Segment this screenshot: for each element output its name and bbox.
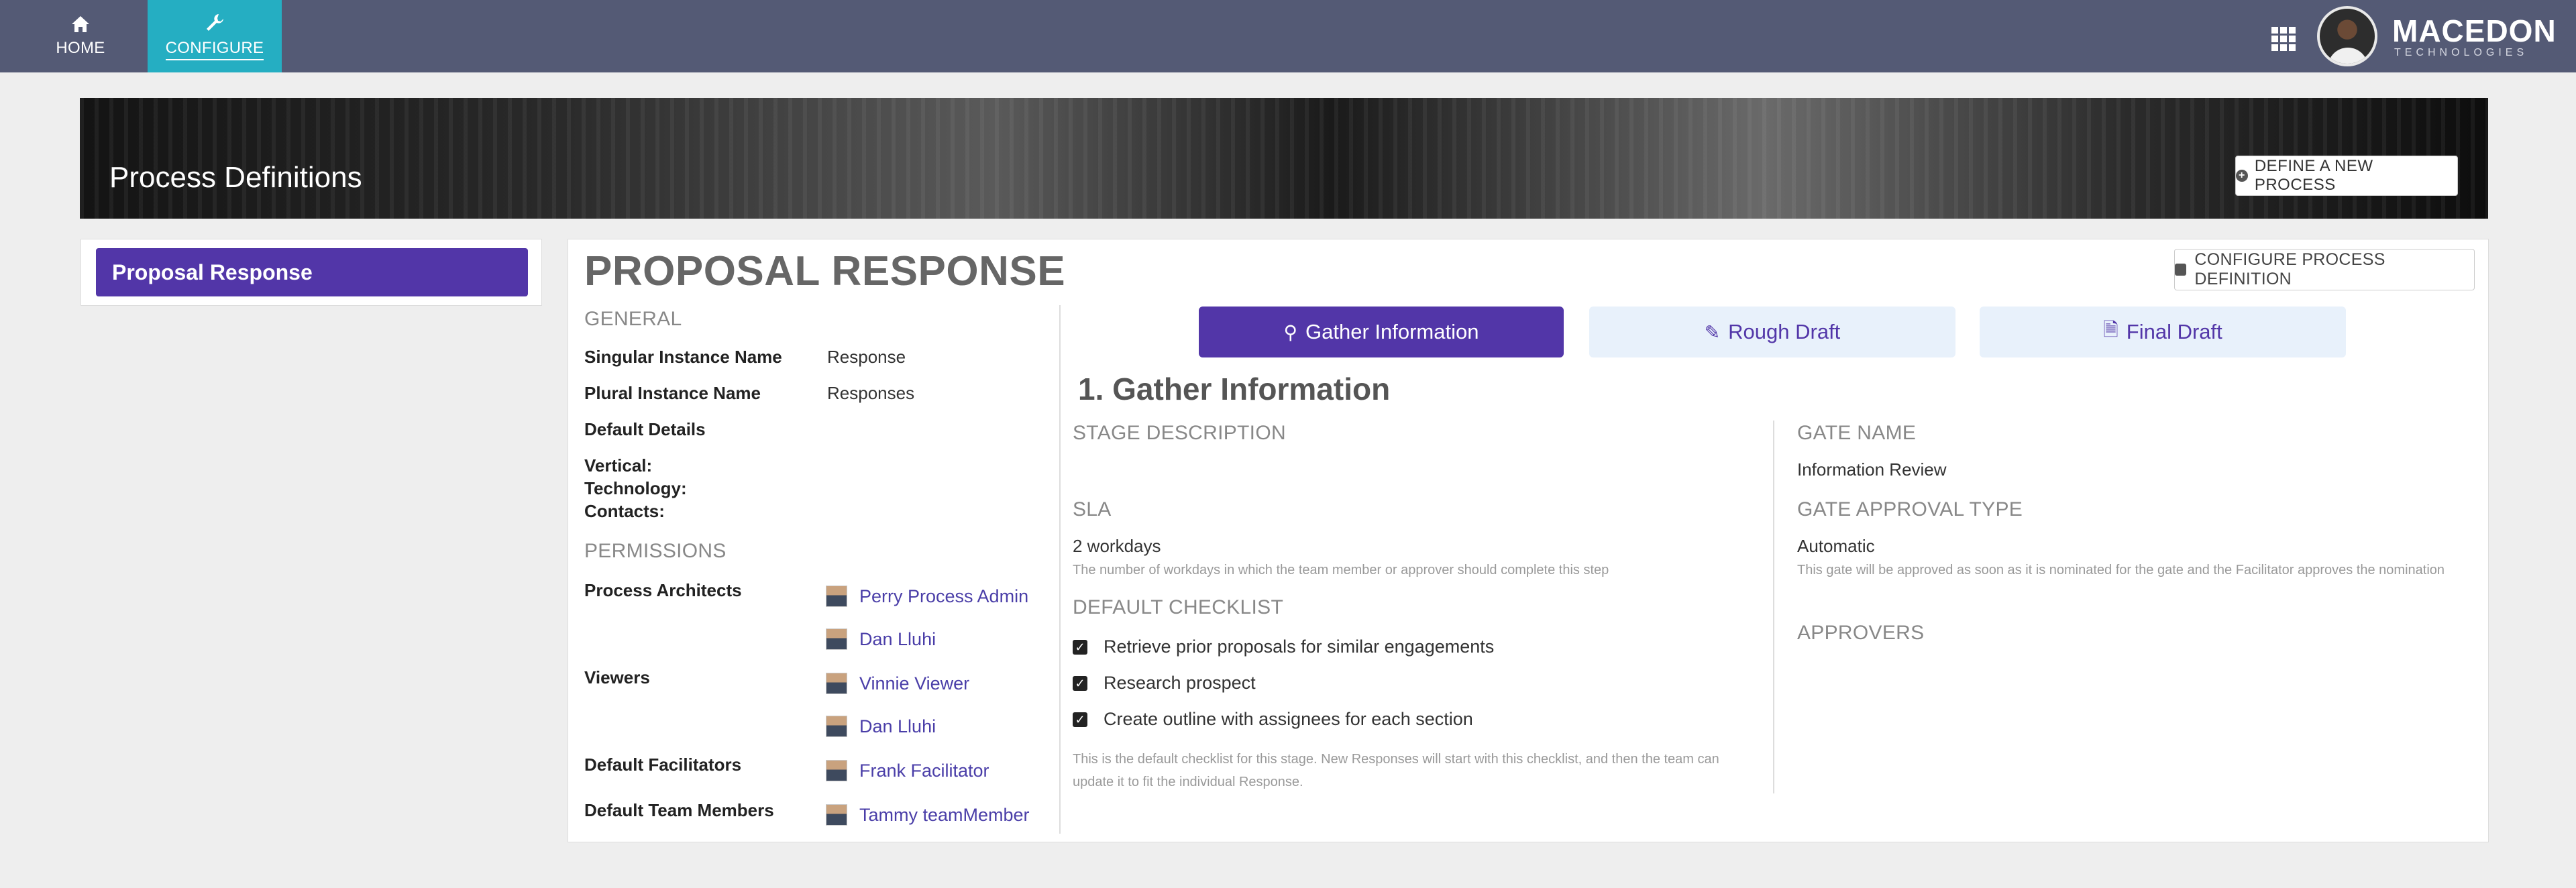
page-title-banner: Process Definitions <box>109 161 362 194</box>
sla-note: The number of workdays in which the team… <box>1073 563 1609 577</box>
home-icon <box>72 16 89 32</box>
edit-icon <box>2175 264 2187 276</box>
page-banner: Process Definitions + DEFINE A NEW PROCE… <box>80 98 2488 219</box>
avatar <box>826 673 847 694</box>
contacts-label: Contacts: <box>584 501 665 521</box>
person-link[interactable]: Frank Facilitator <box>826 760 989 781</box>
tab-label: Gather Information <box>1305 320 1479 343</box>
checklist-item[interactable]: ✓ Retrieve prior proposals for similar en… <box>1073 636 1494 657</box>
pencil-icon: ✎ <box>1704 321 1721 343</box>
general-heading: GENERAL <box>584 308 682 330</box>
avatar <box>826 586 847 607</box>
person-name: Dan Lluhi <box>859 716 936 736</box>
stage-column-divider <box>1773 421 1774 793</box>
avatar <box>826 804 847 826</box>
define-new-process-button[interactable]: + DEFINE A NEW PROCESS <box>2235 156 2458 196</box>
facilitators-label: Default Facilitators <box>584 755 742 775</box>
vertical-label: Vertical: <box>584 455 653 476</box>
singular-value: Response <box>827 347 906 367</box>
brand-sub: TECHNOLOGIES <box>2394 47 2528 58</box>
technology-label: Technology: <box>584 478 687 498</box>
checklist-item[interactable]: ✓ Research prospect <box>1073 673 1256 693</box>
process-title: PROPOSAL RESPONSE <box>584 248 1066 294</box>
user-avatar[interactable] <box>2317 6 2377 66</box>
team-label: Default Team Members <box>584 800 774 820</box>
tab-final-draft[interactable]: 🗎 Final Draft <box>1980 307 2346 357</box>
person-name: Dan Lluhi <box>859 628 936 649</box>
gate-name-value: Information Review <box>1797 459 1947 480</box>
architects-label: Process Architects <box>584 580 742 600</box>
person-name: Frank Facilitator <box>859 760 989 781</box>
document-icon: 🗎 <box>2103 319 2118 340</box>
singular-label: Singular Instance Name <box>584 347 782 367</box>
tab-label: Rough Draft <box>1728 320 1841 343</box>
gate-name-heading: GATE NAME <box>1797 422 1917 444</box>
plural-label: Plural Instance Name <box>584 383 761 403</box>
nav-home-label: HOME <box>56 39 105 57</box>
checklist-heading: DEFAULT CHECKLIST <box>1073 596 1284 618</box>
person-name: Tammy teamMember <box>859 804 1030 825</box>
tab-label: Final Draft <box>2126 320 2222 343</box>
checkbox-checked-icon: ✓ <box>1073 712 1087 727</box>
checklist-note: This is the default checklist for this s… <box>1073 752 1719 789</box>
person-link[interactable]: Tammy teamMember <box>826 804 1030 826</box>
nav-configure[interactable]: CONFIGURE <box>148 0 282 72</box>
gate-type-heading: GATE APPROVAL TYPE <box>1797 498 2023 520</box>
person-link[interactable]: Perry Process Admin <box>826 586 1028 607</box>
person-link[interactable]: Dan Lluhi <box>826 628 936 650</box>
nav-configure-label: CONFIGURE <box>165 39 264 60</box>
checkbox-checked-icon: ✓ <box>1073 675 1087 691</box>
top-nav: HOME CONFIGURE MACEDON TECHNOLOGIES <box>0 0 2576 72</box>
stage-description-heading: STAGE DESCRIPTION <box>1073 422 1286 444</box>
process-detail-panel: PROPOSAL RESPONSE CONFIGURE PROCESS DEFI… <box>568 239 2489 842</box>
apps-grid-icon[interactable] <box>2271 27 2296 51</box>
wrench-icon <box>207 14 223 31</box>
plural-value: Responses <box>827 383 915 403</box>
sla-heading: SLA <box>1073 498 1112 520</box>
permissions-heading: PERMISSIONS <box>584 540 727 562</box>
stage-title: 1. Gather Information <box>1078 372 1391 406</box>
gate-type-value: Automatic <box>1797 536 1875 556</box>
gate-type-note: This gate will be approved as soon as it… <box>1797 563 2445 577</box>
person-name: Perry Process Admin <box>859 586 1029 606</box>
avatar <box>826 628 847 650</box>
checkbox-checked-icon: ✓ <box>1073 639 1087 655</box>
column-divider <box>1059 305 1061 834</box>
brand-logo: MACEDON TECHNOLOGIES <box>2392 15 2557 59</box>
person-name: Vinnie Viewer <box>859 673 970 693</box>
sla-value: 2 workdays <box>1073 536 1161 556</box>
search-icon: ⚲ <box>1283 321 1298 343</box>
checklist-item-label: Research prospect <box>1104 673 1256 693</box>
plus-circle-icon: + <box>2236 170 2248 182</box>
person-link[interactable]: Vinnie Viewer <box>826 673 969 694</box>
brand-name: MACEDON <box>2392 13 2557 48</box>
avatar <box>826 760 847 781</box>
viewers-label: Viewers <box>584 667 650 687</box>
checklist-item-label: Create outline with assignees for each s… <box>1104 709 1473 729</box>
configure-process-definition-button[interactable]: CONFIGURE PROCESS DEFINITION <box>2174 249 2475 290</box>
default-details-label: Default Details <box>584 419 706 439</box>
process-list: Proposal Response <box>80 239 542 306</box>
checklist-item-label: Retrieve prior proposals for similar eng… <box>1104 636 1495 657</box>
tab-rough-draft[interactable]: ✎ Rough Draft <box>1589 307 1955 357</box>
configure-process-definition-label: CONFIGURE PROCESS DEFINITION <box>2194 250 2385 288</box>
sidebar-item-proposal-response[interactable]: Proposal Response <box>96 248 528 296</box>
define-new-process-label: DEFINE A NEW PROCESS <box>2254 157 2373 194</box>
nav-home[interactable]: HOME <box>27 0 134 72</box>
person-link[interactable]: Dan Lluhi <box>826 716 936 737</box>
approvers-heading: APPROVERS <box>1797 622 1925 644</box>
avatar <box>826 716 847 737</box>
tab-gather-information[interactable]: ⚲ Gather Information <box>1199 307 1564 357</box>
checklist-item[interactable]: ✓ Create outline with assignees for each … <box>1073 709 1473 730</box>
